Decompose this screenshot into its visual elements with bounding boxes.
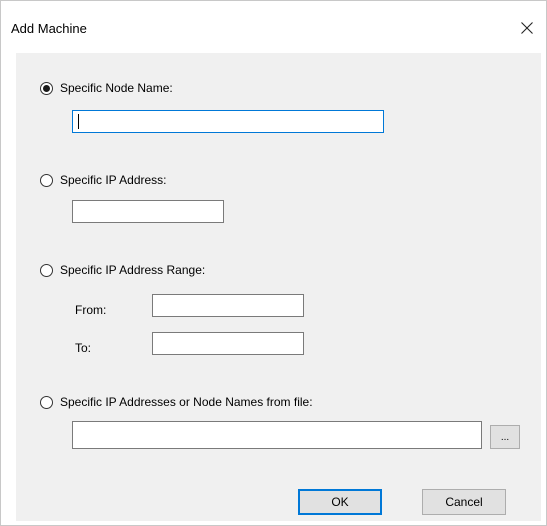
- ok-button[interactable]: OK: [298, 489, 382, 515]
- radio-from-file[interactable]: Specific IP Addresses or Node Names from…: [40, 395, 313, 409]
- ip-address-input[interactable]: [72, 200, 224, 223]
- node-name-input[interactable]: [72, 110, 384, 133]
- radio-ip-range-label: Specific IP Address Range:: [60, 263, 206, 277]
- title-bar: Add Machine: [1, 1, 546, 53]
- ip-range-to-input[interactable]: [152, 332, 304, 355]
- close-button[interactable]: [512, 15, 542, 41]
- close-icon: [521, 22, 533, 34]
- add-machine-dialog: Add Machine Specific Node Name: Specific…: [0, 0, 547, 526]
- radio-node-name-label: Specific Node Name:: [60, 81, 173, 95]
- radio-from-file-button[interactable]: [40, 395, 53, 409]
- ip-range-from-input[interactable]: [152, 294, 304, 317]
- dialog-title: Add Machine: [11, 21, 87, 36]
- radio-ip-range[interactable]: Specific IP Address Range:: [40, 263, 205, 277]
- cancel-button[interactable]: Cancel: [422, 489, 506, 515]
- browse-file-button[interactable]: ...: [490, 425, 520, 449]
- radio-node-name-button[interactable]: [40, 81, 53, 95]
- radio-ip-address[interactable]: Specific IP Address:: [40, 173, 167, 187]
- radio-ip-address-label: Specific IP Address:: [60, 173, 167, 187]
- radio-ip-address-button[interactable]: [40, 173, 53, 187]
- from-label: From:: [75, 303, 107, 317]
- dialog-content: Specific Node Name: Specific IP Address:…: [16, 53, 541, 521]
- text-caret: [78, 114, 79, 129]
- file-path-input[interactable]: [72, 421, 482, 449]
- radio-ip-range-button[interactable]: [40, 263, 53, 277]
- radio-from-file-label: Specific IP Addresses or Node Names from…: [60, 395, 313, 409]
- to-label: To:: [75, 341, 92, 355]
- radio-node-name[interactable]: Specific Node Name:: [40, 81, 173, 95]
